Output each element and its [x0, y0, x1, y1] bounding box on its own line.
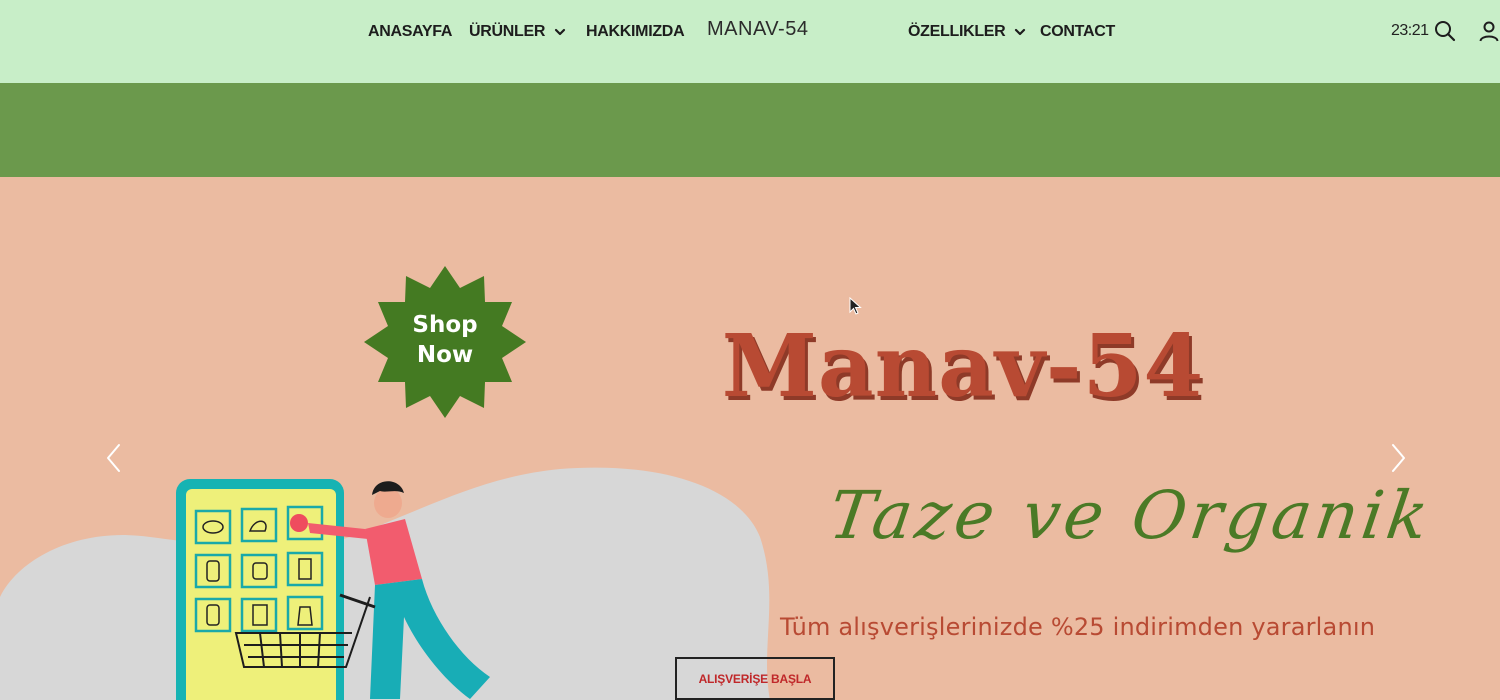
shop-now-badge[interactable]: Shop Now: [364, 266, 526, 418]
nav-item-label: CONTACT: [1040, 23, 1115, 40]
nav-item-label: HAKKIMIZDA: [586, 23, 685, 40]
chevron-right-icon[interactable]: [1386, 442, 1410, 474]
start-shopping-button[interactable]: ALIŞVERİŞE BAŞLA: [675, 657, 835, 700]
hero-slider: Shop Now Manav-54 Taze ve Organik Tüm al…: [0, 177, 1500, 700]
promo-text: Tüm alışverişlerinizde %25 indirimden ya…: [780, 613, 1376, 641]
nav-item-label: ÜRÜNLER: [469, 23, 546, 40]
user-icon[interactable]: [1477, 19, 1500, 43]
green-banner-strip: [0, 83, 1500, 177]
nav-item-contact[interactable]: CONTACT: [1040, 20, 1115, 44]
nav-item-label: ÖZELLIKLER: [908, 23, 1006, 40]
search-icon[interactable]: [1433, 19, 1457, 43]
nav-item-ozellikler[interactable]: ÖZELLIKLER: [908, 20, 1027, 44]
chevron-left-icon[interactable]: [102, 442, 126, 474]
chevron-down-icon: [1015, 28, 1026, 36]
badge-line-1: Shop: [412, 312, 478, 338]
nav-item-label: ANASAYFA: [368, 23, 453, 40]
chevron-down-icon: [555, 28, 566, 36]
site-brand[interactable]: MANAV-54: [707, 18, 808, 41]
top-navigation: ANASAYFA ÜRÜNLER HAKKIMIZDA MANAV-54 ÖZE…: [0, 0, 1500, 83]
nav-item-anasayfa[interactable]: ANASAYFA: [368, 20, 452, 44]
hero-title: Manav-54: [721, 316, 1205, 417]
shopping-illustration: [176, 479, 490, 700]
mouse-cursor-icon: [849, 297, 862, 315]
nav-item-hakkimizda[interactable]: HAKKIMIZDA: [586, 20, 685, 44]
clock: 23:21: [1391, 22, 1429, 39]
badge-text: Shop Now: [364, 310, 526, 370]
hero-tagline: Taze ve Organik: [824, 477, 1437, 554]
nav-item-urunler[interactable]: ÜRÜNLER: [469, 20, 567, 44]
badge-line-2: Now: [416, 342, 474, 368]
